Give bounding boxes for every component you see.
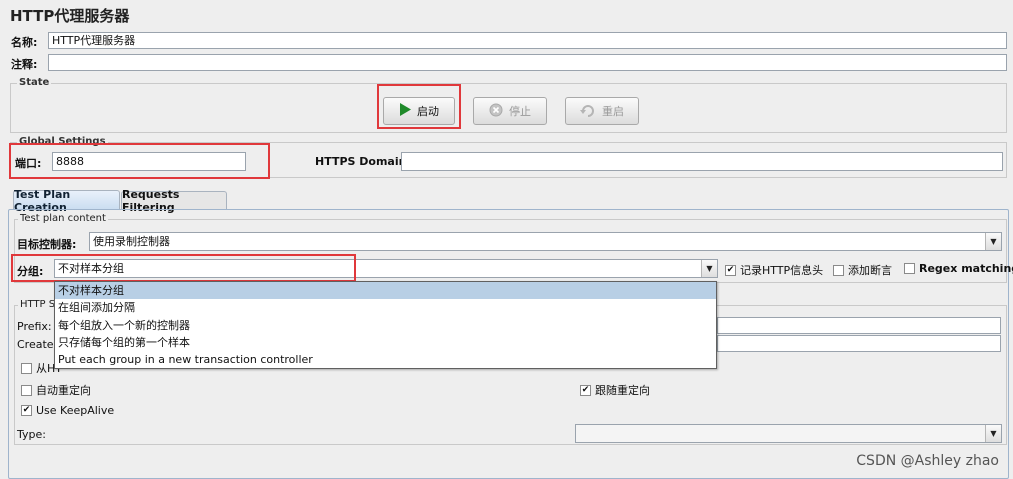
port-highlight-box <box>9 143 270 179</box>
dropdown-option[interactable]: 不对样本分组 <box>55 282 716 300</box>
checkbox-icon <box>833 264 844 276</box>
add-assertions-checkbox[interactable]: 添加断言 <box>833 262 892 278</box>
state-legend: State <box>17 77 52 88</box>
chevron-down-icon[interactable]: ▼ <box>985 425 1001 442</box>
stop-icon <box>489 103 503 120</box>
create-input[interactable] <box>717 335 1001 352</box>
checkbox-icon: ✔ <box>725 264 736 276</box>
checkbox-icon <box>21 362 32 374</box>
follow-redirect-checkbox[interactable]: ✔ 跟随重定向 <box>580 382 650 398</box>
grouping-dropdown-list: 不对样本分组 在组间添加分隔 每个组放入一个新的控制器 只存储每个组的第一个样本… <box>54 281 717 369</box>
http-sampler-legend: HTTP S <box>18 299 58 310</box>
chevron-down-icon[interactable]: ▼ <box>701 260 717 277</box>
add-assertions-label: 添加断言 <box>848 264 892 277</box>
https-domains-input[interactable] <box>401 152 1003 171</box>
target-controller-label: 目标控制器: <box>17 238 77 251</box>
auto-redirect-checkbox[interactable]: 自动重定向 <box>21 382 91 398</box>
comment-input[interactable] <box>48 54 1007 71</box>
restart-button-label: 重启 <box>602 105 624 118</box>
page-title: HTTP代理服务器 <box>10 7 130 25</box>
chevron-down-icon[interactable]: ▼ <box>985 233 1001 250</box>
type-select[interactable]: ▼ <box>575 424 1002 443</box>
record-headers-label: 记录HTTP信息头 <box>740 264 824 277</box>
test-plan-content-legend: Test plan content <box>18 213 108 224</box>
checkbox-icon <box>21 384 32 396</box>
start-highlight-box <box>377 84 461 129</box>
stop-button-label: 停止 <box>509 105 531 118</box>
type-label: Type: <box>17 428 46 441</box>
checkbox-icon <box>904 263 915 274</box>
grouping-highlight-box <box>11 254 356 282</box>
tab-test-plan-creation[interactable]: Test Plan Creation <box>13 188 120 214</box>
target-controller-select[interactable]: 使用录制控制器 ▼ <box>89 232 1002 251</box>
keepalive-checkbox[interactable]: ✔ Use KeepAlive <box>21 404 114 417</box>
auto-redirect-label: 自动重定向 <box>36 384 91 397</box>
prefix-input[interactable] <box>717 317 1001 334</box>
regex-matching-checkbox[interactable]: Regex matching <box>904 262 1013 275</box>
regex-matching-label: Regex matching <box>919 262 1013 275</box>
tab-requests-filtering[interactable]: Requests Filtering <box>121 188 227 214</box>
comment-label: 注释: <box>11 58 38 71</box>
dropdown-option[interactable]: 在组间添加分隔 <box>55 299 716 316</box>
name-input[interactable]: HTTP代理服务器 <box>48 32 1007 49</box>
keepalive-label: Use KeepAlive <box>36 404 115 417</box>
dropdown-option[interactable]: 只存储每个组的第一个样本 <box>55 334 716 351</box>
dropdown-option[interactable]: 每个组放入一个新的控制器 <box>55 317 716 334</box>
target-controller-value: 使用录制控制器 <box>93 235 170 248</box>
record-headers-checkbox[interactable]: ✔ 记录HTTP信息头 <box>725 262 823 278</box>
checkbox-icon: ✔ <box>580 384 591 396</box>
restart-button[interactable]: 重启 <box>565 97 639 125</box>
watermark: CSDN @Ashley zhao <box>856 453 999 469</box>
prefix-label: Prefix: <box>17 320 52 333</box>
dropdown-option[interactable]: Put each group in a new transaction cont… <box>55 351 716 368</box>
name-label: 名称: <box>11 36 38 49</box>
follow-redirect-label: 跟随重定向 <box>595 384 650 397</box>
checkbox-icon: ✔ <box>21 405 32 416</box>
stop-button[interactable]: 停止 <box>473 97 547 125</box>
restart-icon <box>580 103 596 120</box>
